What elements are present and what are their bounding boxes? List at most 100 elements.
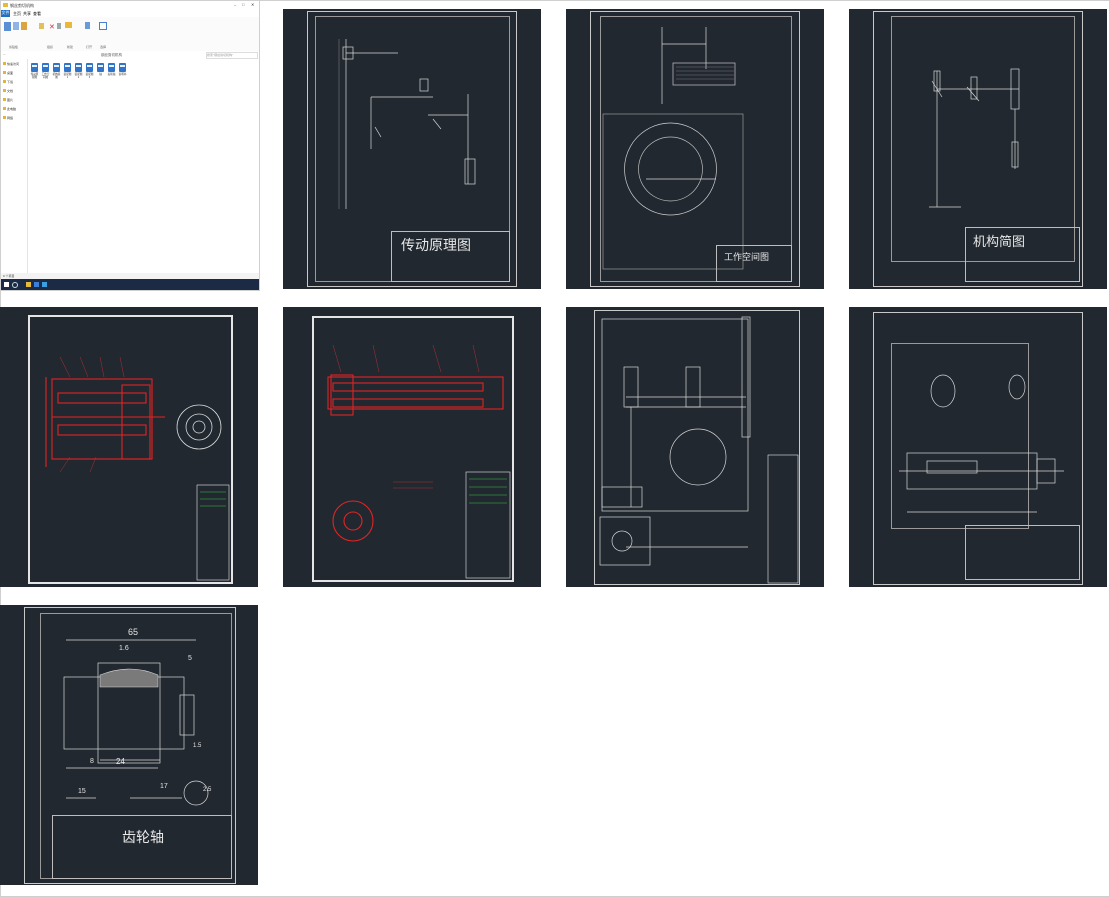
delete-icon[interactable]: ✕	[49, 23, 55, 31]
cad-file-icon	[31, 63, 38, 72]
drawing-thumbnail-assembly-1[interactable]	[0, 307, 258, 587]
dimension-label: 5	[188, 655, 192, 662]
nav-item-label: 快速访问	[7, 62, 20, 66]
drawing-thumbnail-transmission[interactable]: 传动原理图	[283, 9, 541, 289]
file-item[interactable]: 轴	[96, 63, 105, 76]
properties-icon[interactable]	[85, 22, 90, 29]
title-block	[965, 525, 1080, 580]
ribbon-group-select: 选择	[100, 45, 107, 49]
paste-icon[interactable]	[21, 22, 27, 30]
rename-icon[interactable]	[57, 23, 61, 29]
nav-item[interactable]: 图片	[3, 98, 13, 102]
start-icon[interactable]	[4, 282, 9, 287]
nav-item[interactable]: 此电脑	[3, 107, 16, 111]
drawing-thumbnail-shaft[interactable]	[849, 307, 1107, 587]
dimension-label: 65	[128, 627, 139, 637]
dimension-label: 8	[90, 758, 94, 765]
file-item[interactable]: 说明书	[118, 63, 127, 76]
file-explorer-thumbnail[interactable]: 钢丝剪切机构 – □ ✕ 文件 主页 共享 查看 ✕ 剪贴板 组织 新建 打开 …	[0, 0, 260, 291]
drawing-title: 工作空间图	[724, 252, 770, 262]
ribbon-group-organize: 组织	[47, 45, 54, 49]
file-item[interactable]: 工作空间图	[41, 63, 50, 79]
tab-file[interactable]: 文件	[1, 10, 10, 17]
nav-item[interactable]: 文档	[3, 89, 13, 93]
status-text: 9 个项目	[3, 274, 15, 278]
nav-item[interactable]: 桌面	[3, 71, 13, 75]
cad-file-icon	[108, 63, 115, 72]
folder-icon	[3, 71, 6, 74]
nav-item-label: 文档	[7, 89, 14, 93]
dimension-label: 2.5	[203, 787, 212, 793]
cad-file-icon	[53, 63, 60, 72]
ribbon-group-clipboard: 剪贴板	[9, 45, 19, 49]
cad-file-icon	[42, 63, 49, 72]
back-arrow-icon[interactable]: ←	[3, 52, 7, 56]
file-name: 机构简图	[52, 73, 61, 79]
taskbar-explorer-icon[interactable]	[26, 282, 31, 287]
assembly-1-sketch	[45, 356, 230, 581]
file-item[interactable]: 机构简图	[52, 63, 61, 79]
drawing-title: 机构简图	[973, 234, 1026, 249]
nav-item-label: 此电脑	[7, 107, 17, 111]
folder-icon	[3, 62, 6, 65]
file-item[interactable]: 装配图3	[85, 63, 94, 79]
taskbar-app-icon[interactable]	[42, 282, 47, 287]
assembly-2-sketch	[327, 344, 511, 579]
drawing-thumbnail-assembly-2[interactable]	[283, 307, 541, 587]
minimize-icon[interactable]: –	[234, 2, 236, 7]
cad-file-icon	[64, 63, 71, 72]
drawing-thumbnail-mechanism[interactable]: 机构简图	[849, 9, 1107, 289]
folder-icon	[3, 80, 6, 83]
dimension-label: 1.5	[193, 743, 202, 749]
maximize-icon[interactable]: □	[242, 2, 244, 7]
taskbar-search-icon[interactable]	[12, 282, 18, 288]
file-name: 装配图2	[74, 73, 83, 79]
cad-file-icon	[75, 63, 82, 72]
file-name: 工作空间图	[41, 73, 50, 79]
search-input[interactable]: 搜索"钢丝剪切机构"	[206, 52, 258, 59]
move-icon[interactable]	[39, 23, 44, 29]
nav-item-label: 桌面	[7, 71, 14, 75]
file-name: 说明书	[118, 73, 127, 76]
file-item[interactable]: 装配图1	[63, 63, 72, 79]
file-name: 传动原理图	[30, 73, 39, 79]
select-all-icon[interactable]	[99, 22, 107, 30]
copy-icon[interactable]	[13, 22, 19, 30]
breadcrumb-path[interactable]: 钢丝剪切机构	[101, 53, 122, 58]
file-name: 轴	[99, 73, 102, 76]
file-name: 齿轮轴	[107, 73, 116, 76]
pin-icon[interactable]	[4, 22, 11, 31]
nav-item[interactable]: 网络	[3, 116, 13, 120]
nav-item-label: 网络	[7, 116, 14, 120]
explorer-titlebar: 钢丝剪切机构 – □ ✕	[1, 1, 259, 10]
close-icon[interactable]: ✕	[251, 2, 254, 7]
dimension-label: 17	[160, 783, 168, 790]
dimension-label: 24	[116, 757, 125, 766]
file-item[interactable]: 齿轮轴	[107, 63, 116, 76]
file-name: 装配图3	[85, 73, 94, 79]
nav-item[interactable]: 下载	[3, 80, 13, 84]
dimension-label: 15	[78, 788, 86, 795]
file-item[interactable]: 传动原理图	[30, 63, 39, 79]
file-name: 装配图1	[63, 73, 72, 79]
ribbon-toolbar: ✕ 剪贴板 组织 新建 打开 选择	[1, 17, 259, 52]
drawing-thumbnail-gear-shaft[interactable]: 65 1.6 5 24 8 15 17 1.5 2.5 齿轮轴	[0, 605, 258, 885]
cad-file-icon	[86, 63, 93, 72]
cad-file-icon	[119, 63, 126, 72]
folder-icon	[3, 3, 8, 7]
nav-item-label: 下载	[7, 80, 14, 84]
nav-item[interactable]: 快速访问	[3, 62, 19, 66]
window-title: 钢丝剪切机构	[10, 3, 34, 8]
navigation-pane: 快速访问桌面下载文档图片此电脑网络	[1, 59, 28, 273]
folder-icon	[3, 107, 6, 110]
drawing-thumbnail-workspace[interactable]: 工作空间图	[566, 9, 824, 289]
ribbon-group-new: 新建	[67, 45, 74, 49]
taskbar	[1, 279, 259, 290]
new-folder-icon[interactable]	[65, 22, 72, 28]
file-item[interactable]: 装配图2	[74, 63, 83, 79]
assembly-3-sketch	[599, 316, 799, 584]
dimension-label: 1.6	[119, 645, 129, 652]
folder-icon	[3, 89, 6, 92]
taskbar-app-icon[interactable]	[34, 282, 39, 287]
drawing-thumbnail-assembly-3[interactable]	[566, 307, 824, 587]
